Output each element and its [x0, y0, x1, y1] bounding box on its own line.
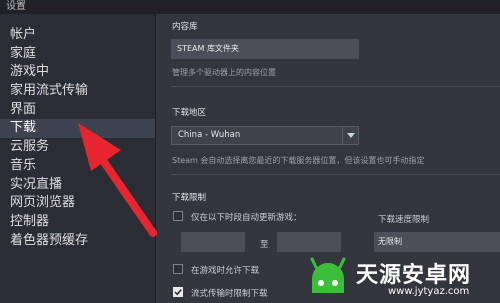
steam-library-folders-button[interactable]: STEAM 库文件夹: [171, 39, 359, 59]
time-limit-label: 仅在以下时段自动更新游戏：: [191, 213, 302, 223]
sidebar-item-account[interactable]: 帐户: [0, 26, 155, 45]
throttle-streaming-checkbox[interactable]: [173, 287, 183, 297]
allow-in-game-label: 在游戏时允许下载: [191, 266, 260, 276]
section-divider: [171, 86, 500, 87]
sidebar-item-downloads[interactable]: 下载: [0, 119, 155, 139]
watermark-url: www.jytyaz.com: [388, 286, 470, 297]
download-region-description: Steam 会自动选择离您最近的下载服务器位置，但该设置也可手动指定: [172, 156, 425, 165]
section-divider: [171, 174, 500, 175]
sidebar-item-remote-play[interactable]: 家用流式传输: [0, 82, 155, 101]
time-start-input[interactable]: [181, 232, 245, 252]
sidebar-item-interface[interactable]: 界面: [0, 101, 155, 120]
download-region-value: China - Wuhan: [178, 130, 241, 140]
sidebar-item-web-browser[interactable]: 网页浏览器: [0, 194, 155, 213]
speed-limit-label: 下载速度限制: [378, 215, 430, 225]
time-limit-checkbox[interactable]: [173, 211, 183, 221]
content-library-heading: 内容库: [172, 22, 198, 32]
download-region-select[interactable]: China - Wuhan: [171, 126, 359, 145]
download-region-heading: 下载地区: [172, 108, 207, 118]
allow-in-game-checkbox[interactable]: [173, 264, 183, 274]
sidebar-item-cloud[interactable]: 云服务: [0, 138, 155, 157]
watermark-brand: 天源安卓网: [356, 263, 472, 288]
checkmark-icon: [174, 289, 182, 296]
site-watermark: 天源安卓网 www.jytyaz.com: [298, 247, 500, 303]
settings-sidebar: 帐户 家庭 游戏中 家用流式传输 界面 下载 云服务 音乐 实况直播 网页浏览器…: [0, 14, 155, 303]
sidebar-item-controller[interactable]: 控制器: [0, 213, 155, 232]
chevron-down-icon: [342, 127, 358, 144]
sidebar-item-broadcasting[interactable]: 实况直播: [0, 176, 155, 195]
download-restrictions-heading: 下载限制: [172, 193, 207, 203]
android-robot-icon: [310, 257, 346, 293]
throttle-streaming-label: 流式传输时限制下载: [191, 289, 268, 299]
window-title: 设置: [0, 0, 500, 14]
sidebar-item-family[interactable]: 家庭: [0, 45, 155, 64]
sidebar-item-music[interactable]: 音乐: [0, 157, 155, 176]
sidebar-item-shader-cache[interactable]: 着色器预缓存: [0, 232, 155, 251]
content-library-description: 管理多个驱动器上的内容位置: [172, 68, 276, 77]
sidebar-item-in-game[interactable]: 游戏中: [0, 63, 155, 82]
time-range-separator: 至: [260, 240, 269, 250]
